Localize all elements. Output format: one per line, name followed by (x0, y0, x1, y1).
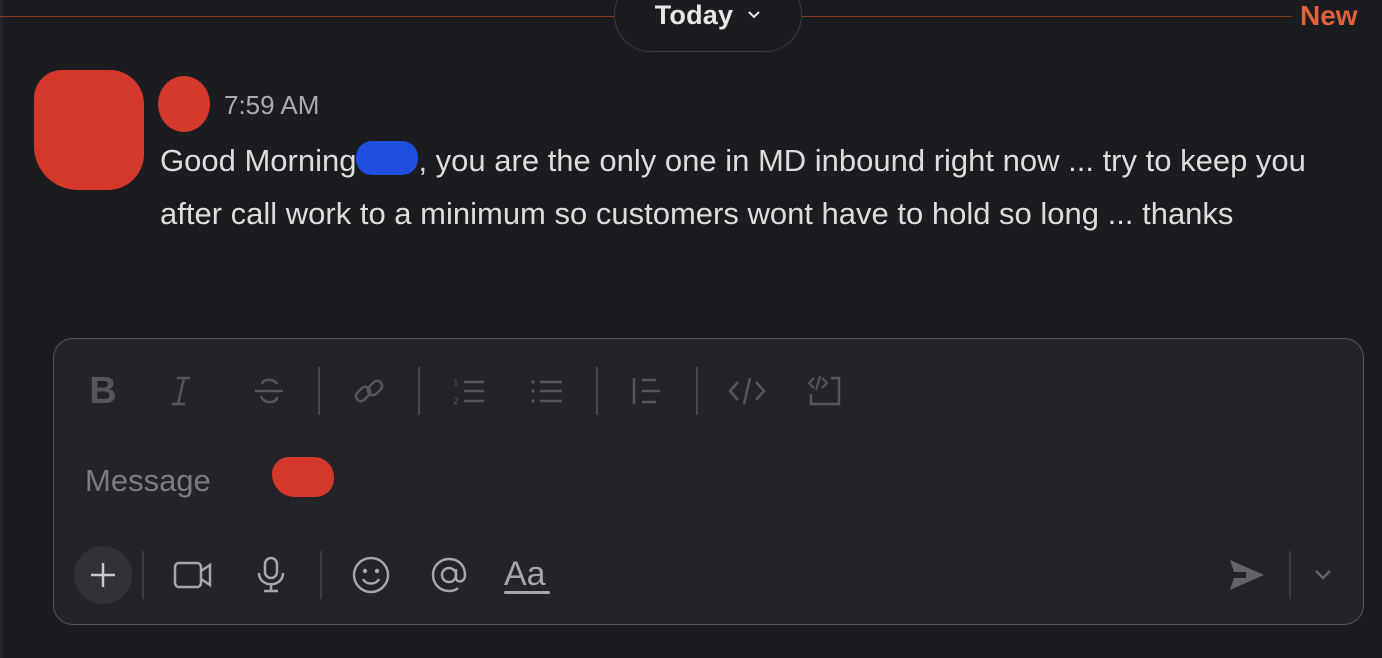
code-icon (728, 377, 766, 405)
code-block-button[interactable] (786, 363, 864, 419)
toolbar-divider (418, 367, 420, 415)
record-video-button[interactable] (154, 546, 232, 604)
bulleted-list-button[interactable] (508, 363, 586, 419)
send-options-button[interactable] (1303, 546, 1343, 604)
toolbar-divider (596, 367, 598, 415)
strikethrough-button[interactable] (230, 363, 308, 419)
message-input[interactable] (85, 457, 1265, 505)
plus-icon (91, 563, 115, 587)
italic-button[interactable] (132, 363, 230, 419)
message-text: Good Morning, you are the only one in MD… (160, 134, 1360, 240)
message-timestamp[interactable]: 7:59 AM (224, 90, 319, 121)
send-button[interactable] (1217, 546, 1277, 604)
avatar[interactable] (34, 70, 144, 190)
emoji-icon (352, 556, 390, 594)
chevron-down-icon (747, 7, 761, 25)
microphone-icon (257, 556, 285, 593)
mention-button[interactable] (410, 546, 488, 604)
svg-text:1: 1 (453, 379, 459, 389)
emoji-button[interactable] (332, 546, 410, 604)
italic-icon (172, 376, 190, 406)
attach-button[interactable] (74, 546, 132, 604)
channel-name-redacted (272, 457, 334, 497)
code-button[interactable] (708, 363, 786, 419)
new-messages-line (0, 16, 615, 17)
toolbar-divider (696, 367, 698, 415)
formatting-toggle-button[interactable]: Aa (488, 546, 566, 604)
ordered-list-icon: 12 (453, 379, 484, 407)
code-block-icon (807, 375, 841, 406)
send-icon (1230, 560, 1264, 590)
video-icon (173, 561, 212, 589)
bold-icon: B (89, 369, 117, 412)
toolbar-divider (318, 367, 320, 415)
formatting-toolbar: B 12 (74, 359, 864, 423)
user-mention[interactable] (356, 141, 419, 175)
date-jump-button[interactable]: Today (614, 0, 802, 52)
blockquote-button[interactable] (608, 363, 686, 419)
new-messages-line (800, 16, 1292, 17)
strikethrough-icon (255, 378, 283, 404)
svg-text:2: 2 (453, 397, 459, 407)
author-name[interactable] (158, 76, 210, 132)
toolbar-divider (1289, 551, 1291, 599)
message-composer: B 12 Message Aa (53, 338, 1364, 625)
link-icon (354, 379, 384, 403)
composer-actions: Aa (74, 544, 566, 606)
new-messages-label: New (1300, 0, 1358, 31)
bulleted-list-icon (531, 380, 562, 403)
text-format-icon: Aa (504, 555, 550, 594)
link-button[interactable] (330, 363, 408, 419)
svg-text:Aa: Aa (504, 555, 546, 593)
send-controls (1217, 544, 1343, 606)
at-icon (431, 557, 467, 593)
date-label: Today (654, 0, 734, 30)
message-text-start: Good Morning (160, 143, 357, 178)
record-audio-button[interactable] (232, 546, 310, 604)
window-edge (0, 0, 3, 658)
ordered-list-button[interactable]: 12 (430, 363, 508, 419)
blockquote-icon (632, 378, 660, 404)
toolbar-divider (320, 551, 322, 599)
chevron-down-icon (1315, 570, 1331, 580)
toolbar-divider (142, 551, 144, 599)
bold-button[interactable]: B (74, 363, 132, 419)
